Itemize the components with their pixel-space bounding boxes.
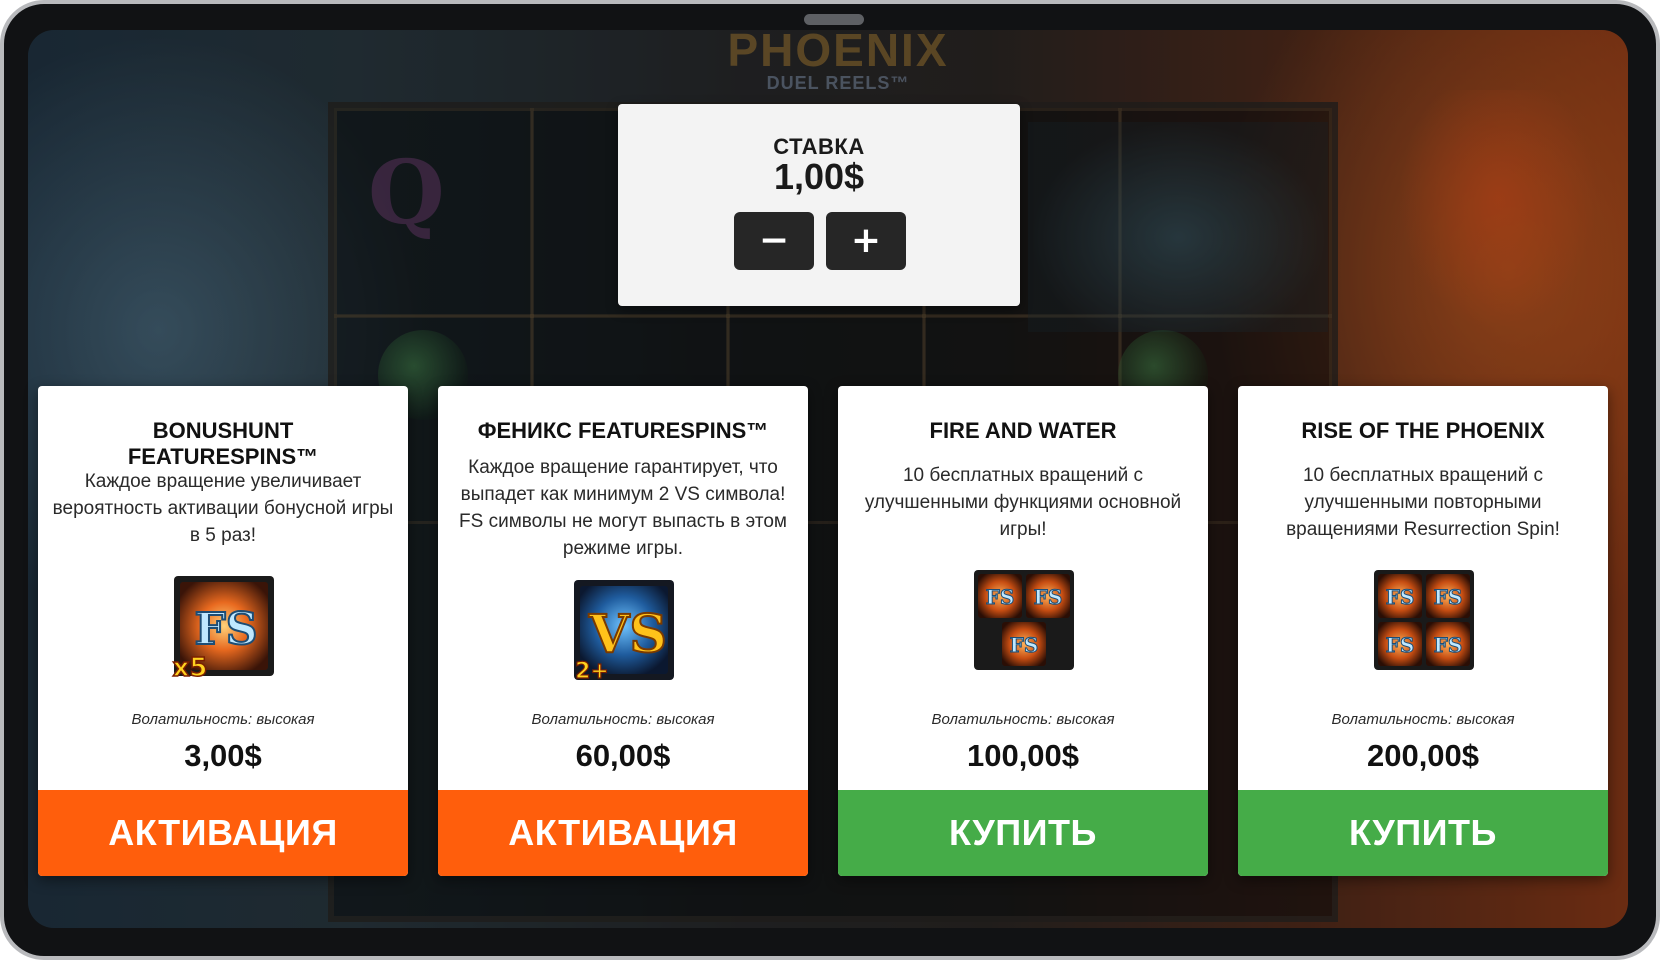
- card-description: 10 бесплатных вращений с улучшенными фун…: [864, 465, 1182, 540]
- card-description: 10 бесплатных вращений с улучшенными пов…: [1286, 465, 1560, 540]
- card-volatility: Волатильность: высокая: [1331, 711, 1515, 728]
- card-volatility: Волатильность: высокая: [931, 711, 1115, 728]
- icon-glyph: FS: [1434, 585, 1463, 609]
- card-title: ФЕНИКС FEATURESPINS™: [477, 418, 769, 443]
- fs-four-icon: FS FS FS FS: [1368, 564, 1480, 676]
- fs-x5-icon: FS x5: [168, 572, 280, 684]
- card-price: 100,00$: [966, 738, 1080, 773]
- card-price: 3,00$: [184, 738, 262, 773]
- buy-button[interactable]: КУПИТЬ: [1238, 790, 1608, 876]
- icon-glyph: FS: [986, 585, 1015, 609]
- fs-three-icon: FS FS FS: [968, 564, 1080, 676]
- card-price: 60,00$: [575, 738, 671, 773]
- icon-glyph: VS: [588, 604, 667, 665]
- bet-decrease-button[interactable]: −: [734, 212, 814, 270]
- icon-glyph: FS: [1034, 585, 1063, 609]
- card-title: FIRE AND WATER: [929, 418, 1117, 443]
- feature-card-rise-of-the-phoenix: RISE OF THE PHOENIX 10 бесплатных вращен…: [1238, 386, 1608, 876]
- card-volatility: Волатильность: высокая: [531, 711, 715, 728]
- icon-glyph: FS: [1434, 633, 1463, 657]
- card-title: RISE OF THE PHOENIX: [1301, 418, 1545, 443]
- bet-panel: СТАВКА 1,00$ − +: [618, 104, 1020, 306]
- bet-increase-button[interactable]: +: [826, 212, 906, 270]
- card-volatility: Волатильность: высокая: [131, 711, 315, 728]
- activate-button[interactable]: АКТИВАЦИЯ: [438, 790, 808, 876]
- feature-card-bonushunt: BONUSHUNT FEATURESPINS™ Каждое вращение …: [38, 386, 408, 876]
- buy-button[interactable]: КУПИТЬ: [838, 790, 1208, 876]
- icon-glyph: FS: [194, 604, 257, 655]
- card-title: BONUSHUNT FEATURESPINS™: [48, 418, 398, 470]
- card-description: Каждое вращение гарантирует, что выпадет…: [459, 457, 787, 559]
- icon-glyph: FS: [1386, 585, 1415, 609]
- card-title-line: BONUSHUNT: [152, 418, 294, 443]
- card-price: 200,00$: [1366, 738, 1480, 773]
- card-title-line: FEATURESPINS™: [127, 444, 319, 469]
- activate-button[interactable]: АКТИВАЦИЯ: [38, 790, 408, 876]
- card-description: Каждое вращение увеличивает вероятность …: [52, 471, 394, 546]
- icon-glyph: FS: [1010, 633, 1039, 657]
- feature-card-phoenix-featurespins: ФЕНИКС FEATURESPINS™ Каждое вращение гар…: [438, 386, 808, 876]
- icon-glyph: FS: [1386, 633, 1415, 657]
- feature-card-fire-and-water: FIRE AND WATER 10 бесплатных вращений с …: [838, 386, 1208, 876]
- tablet-speaker: [804, 14, 864, 25]
- icon-badge: 2+: [575, 659, 609, 684]
- icon-badge: x5: [173, 653, 208, 683]
- vs-2plus-icon: VS 2+: [568, 576, 680, 688]
- bet-value: 1,00$: [773, 156, 865, 197]
